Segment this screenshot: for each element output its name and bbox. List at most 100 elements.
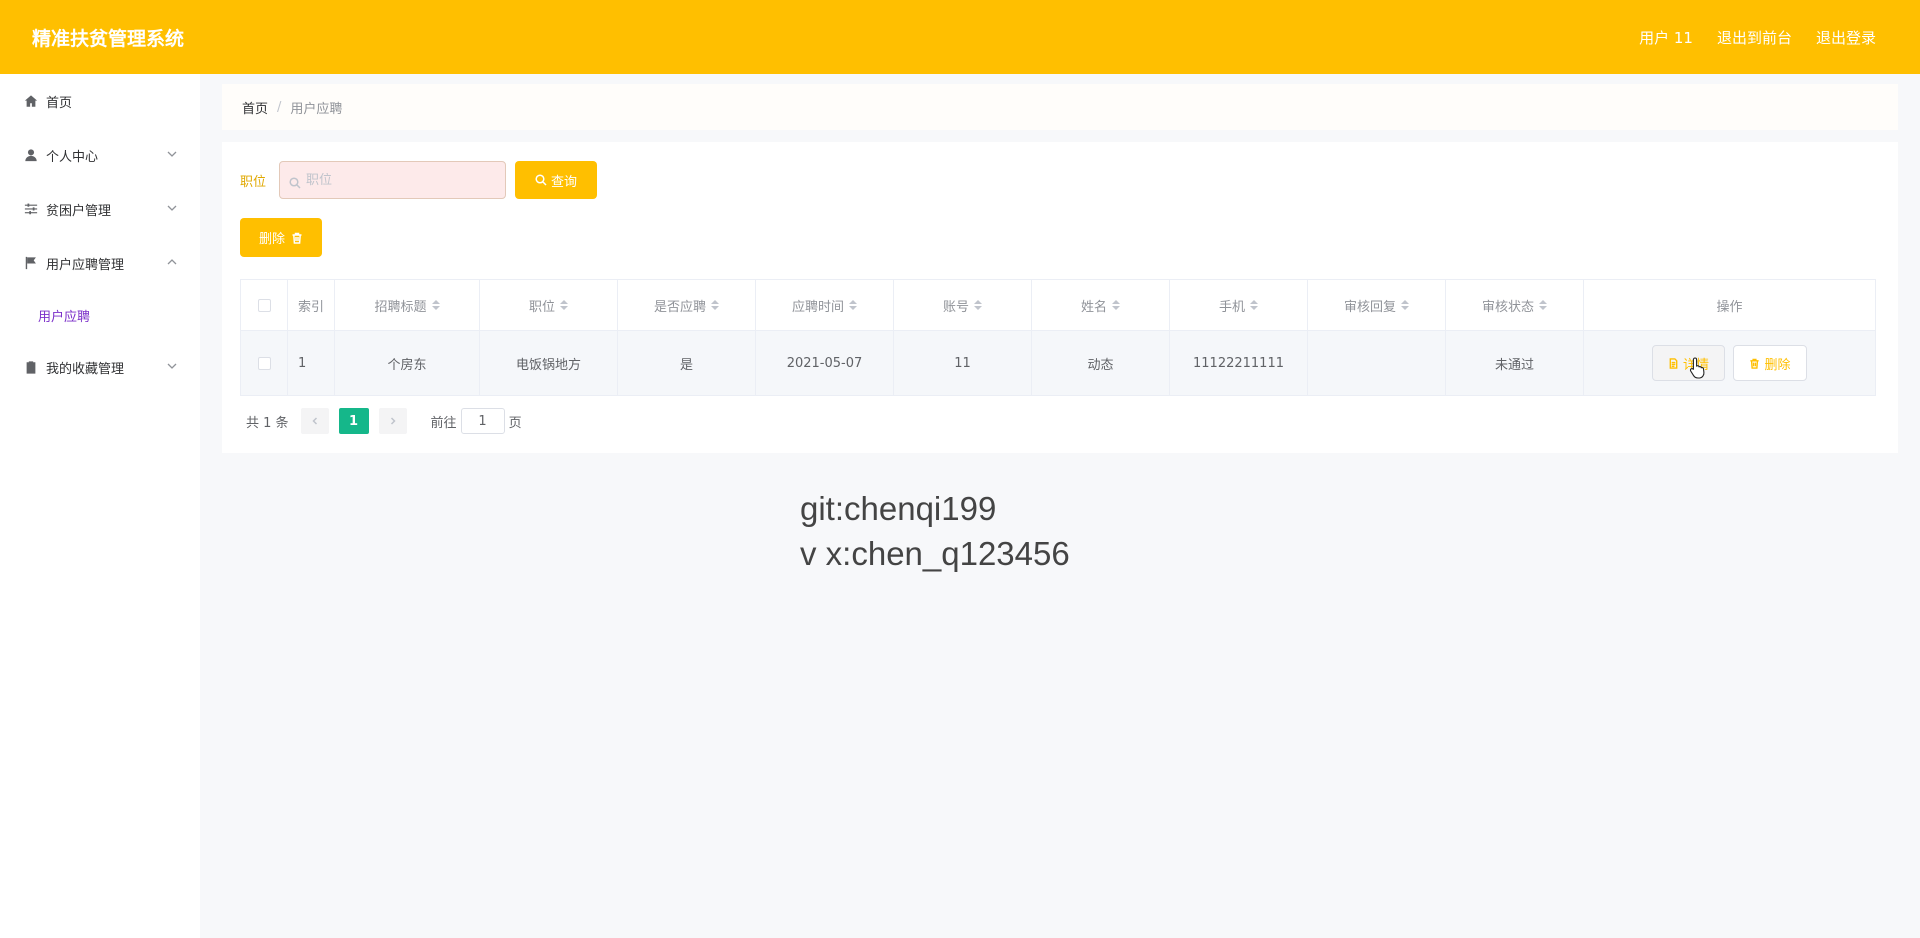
hand-cursor-icon [1689,357,1705,379]
table-row: 1 个房东 电饭锅地方 是 2021-05-07 11 动态 111222111… [241,331,1875,395]
goto-prefix: 前往 [430,415,457,431]
sort-icon[interactable] [711,300,719,310]
trash-icon [292,232,302,244]
chevron-down-icon [166,148,178,160]
logout-link[interactable]: 退出登录 [1816,27,1876,48]
select-all-checkbox[interactable] [257,298,271,312]
goto-suffix: 页 [508,415,522,431]
header-label: 是否应聘 [653,299,706,315]
query-button[interactable]: 查询 [515,161,597,199]
breadcrumb-home[interactable]: 首页 [242,98,268,117]
sidebar-item-home[interactable]: 首页 [0,74,200,128]
user-icon [24,148,38,162]
header-label: 招聘标题 [374,299,427,315]
main-panel: 职位 查询 删除 索引 招聘标题 职位 是否应聘 [222,142,1898,453]
sidebar-item-label: 贫困户管理 [46,203,112,219]
sidebar-item-application-management[interactable]: 用户应聘管理 [0,236,200,290]
breadcrumb-separator: / [277,99,282,115]
header-label: 应聘时间 [791,299,844,315]
goto-page: 前往 页 [431,408,522,434]
next-page-button[interactable] [378,408,407,434]
exit-to-front-link[interactable]: 退出到前台 [1717,27,1792,48]
header-status[interactable]: 审核状态 [1446,280,1584,330]
sort-icon[interactable] [849,300,857,310]
sidebar-item-label: 用户应聘管理 [46,257,125,273]
header-label: 职位 [528,299,555,315]
sidebar-item-favorites[interactable]: 我的收藏管理 [0,340,200,394]
document-icon [1669,357,1678,369]
cell-phone: 11122211111 [1170,331,1308,395]
clipboard-icon [24,360,38,374]
header-account[interactable]: 账号 [894,280,1032,330]
chevron-up-icon [166,256,178,268]
sidebar-item-poverty-households[interactable]: 贫困户管理 [0,182,200,236]
sort-icon[interactable] [1539,300,1547,310]
cell-reply [1308,331,1446,395]
home-icon [24,94,38,108]
page-number-current[interactable]: 1 [338,408,369,434]
row-delete-label: 删除 [1764,357,1791,373]
watermark-line-1: git:chenqi199 [800,490,997,527]
header-reply[interactable]: 审核回复 [1308,280,1446,330]
header-label: 审核状态 [1481,299,1534,315]
chevron-right-icon [390,417,396,425]
delete-button-label: 删除 [258,232,285,247]
goto-page-input[interactable] [460,408,505,434]
header-title[interactable]: 招聘标题 [335,280,480,330]
header-applied[interactable]: 是否应聘 [618,280,756,330]
applications-table: 索引 招聘标题 职位 是否应聘 应聘时间 账号 姓名 手机 审核回复 审核状态 … [240,279,1876,396]
cell-status: 未通过 [1446,331,1584,395]
search-icon [289,174,301,189]
chevron-down-icon [166,360,178,372]
cell-index: 1 [288,331,335,395]
sidebar-item-personal-center[interactable]: 个人中心 [0,128,200,182]
cell-name: 动态 [1032,331,1170,395]
header-label: 审核回复 [1343,299,1396,315]
cell-position: 电饭锅地方 [480,331,618,395]
table-header-row: 索引 招聘标题 职位 是否应聘 应聘时间 账号 姓名 手机 审核回复 审核状态 … [241,280,1875,331]
sidebar-item-label: 我的收藏管理 [46,361,125,377]
sidebar-subitem-user-application[interactable]: 用户应聘 [0,290,200,340]
trash-icon [1750,358,1760,369]
header-phone[interactable]: 手机 [1170,280,1308,330]
sliders-icon [24,202,38,216]
chevron-left-icon [311,417,317,425]
row-checkbox[interactable] [257,356,271,370]
header-label: 姓名 [1080,299,1107,315]
header-label: 账号 [942,299,969,315]
breadcrumb: 首页 / 用户应聘 [222,84,1898,130]
batch-delete-button[interactable]: 删除 [240,218,322,257]
position-search-input[interactable] [306,172,496,188]
sort-icon[interactable] [560,300,568,310]
query-button-label: 查询 [550,174,577,190]
row-delete-button[interactable]: 删除 [1733,345,1807,381]
sidebar-item-label: 个人中心 [46,149,99,165]
flag-icon [24,256,38,270]
sort-icon[interactable] [1250,300,1258,310]
header-actions: 操作 [1716,299,1743,315]
header-select-cell [241,280,288,330]
sort-icon[interactable] [1401,300,1409,310]
header-time[interactable]: 应聘时间 [756,280,894,330]
header-position[interactable]: 职位 [480,280,618,330]
cell-title: 个房东 [335,331,480,395]
app-title: 精准扶贫管理系统 [32,28,185,50]
sidebar: 首页 个人中心 贫困户管理 用户应聘管理 用户应聘 我的收藏管理 [0,74,200,938]
top-header: 精准扶贫管理系统 用户 11 退出到前台 退出登录 [0,0,1920,74]
watermark-text: git:chenqi199 v x:chen_q123456 [800,486,1070,576]
chevron-down-icon [166,202,178,214]
pagination-total: 共 1 条 [246,415,289,431]
sort-icon[interactable] [974,300,982,310]
cell-actions: 详情 删除 [1584,331,1875,395]
header-name[interactable]: 姓名 [1032,280,1170,330]
sort-icon[interactable] [431,300,440,310]
sidebar-item-label: 首页 [46,95,73,111]
breadcrumb-current: 用户应聘 [290,101,343,117]
header-index: 索引 [288,280,335,330]
watermark-line-2: v x:chen_q123456 [800,535,1070,572]
sort-icon[interactable] [1112,300,1120,310]
pagination: 共 1 条 1 前往 页 [246,408,522,434]
prev-page-button[interactable] [300,408,329,434]
search-label: 职位 [240,175,267,190]
user-name-link[interactable]: 用户 11 [1639,27,1693,48]
